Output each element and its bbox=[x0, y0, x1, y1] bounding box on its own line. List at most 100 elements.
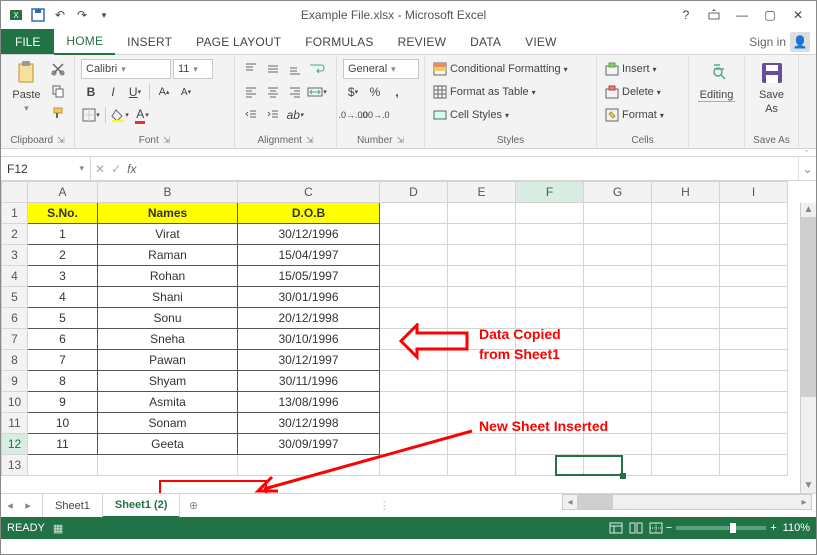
cell[interactable]: 15/05/1997 bbox=[238, 266, 380, 287]
cell[interactable] bbox=[448, 287, 516, 308]
cell[interactable]: Pawan bbox=[98, 350, 238, 371]
wrap-text-icon[interactable] bbox=[307, 59, 327, 79]
cell[interactable] bbox=[380, 224, 448, 245]
row-header-2[interactable]: 2 bbox=[2, 224, 28, 245]
vertical-scrollbar[interactable]: ▲ ▼ bbox=[800, 203, 816, 493]
cell[interactable] bbox=[720, 329, 788, 350]
cell[interactable] bbox=[448, 371, 516, 392]
percent-format-icon[interactable]: % bbox=[365, 82, 385, 102]
font-size-combo[interactable]: 11▾ bbox=[173, 59, 213, 79]
cell[interactable] bbox=[652, 455, 720, 476]
zoom-out-icon[interactable]: − bbox=[666, 522, 672, 534]
cell[interactable] bbox=[238, 455, 380, 476]
cell[interactable] bbox=[584, 392, 652, 413]
scroll-left-icon[interactable]: ◂ bbox=[563, 497, 577, 508]
decrease-font-icon[interactable]: A▾ bbox=[176, 82, 196, 102]
sheet-tab-sheet1-2[interactable]: Sheet1 (2) bbox=[103, 494, 181, 518]
redo-icon[interactable]: ↷ bbox=[71, 3, 93, 27]
sheet-tab-sheet1[interactable]: Sheet1 bbox=[43, 494, 103, 517]
cell[interactable] bbox=[652, 392, 720, 413]
decrease-decimal-icon[interactable]: .00→.0 bbox=[365, 105, 385, 125]
cell[interactable] bbox=[584, 287, 652, 308]
format-as-table-button[interactable]: Format as Table▾ bbox=[431, 82, 538, 102]
cell[interactable]: Rohan bbox=[98, 266, 238, 287]
cell[interactable] bbox=[584, 434, 652, 455]
cell[interactable] bbox=[380, 350, 448, 371]
cell[interactable]: D.O.B bbox=[238, 203, 380, 224]
cell[interactable] bbox=[584, 266, 652, 287]
cell[interactable]: 2 bbox=[28, 245, 98, 266]
fill-handle[interactable] bbox=[620, 473, 626, 479]
cell[interactable] bbox=[720, 371, 788, 392]
cell[interactable]: 30/11/1996 bbox=[238, 371, 380, 392]
cell[interactable] bbox=[652, 245, 720, 266]
restore-icon[interactable]: ▢ bbox=[756, 3, 784, 27]
undo-icon[interactable]: ↶ bbox=[49, 3, 71, 27]
cell[interactable] bbox=[516, 266, 584, 287]
cell[interactable] bbox=[720, 203, 788, 224]
col-header-A[interactable]: A bbox=[28, 182, 98, 203]
tab-review[interactable]: REVIEW bbox=[386, 29, 459, 54]
row-header-3[interactable]: 3 bbox=[2, 245, 28, 266]
bold-button[interactable]: B bbox=[81, 82, 101, 102]
cell[interactable] bbox=[516, 434, 584, 455]
cell[interactable] bbox=[380, 371, 448, 392]
sheet-nav-next-icon[interactable]: ▸ bbox=[19, 494, 37, 517]
cell[interactable]: 30/12/1997 bbox=[238, 350, 380, 371]
cell[interactable] bbox=[652, 371, 720, 392]
cell[interactable] bbox=[380, 266, 448, 287]
cell[interactable] bbox=[652, 203, 720, 224]
align-center-icon[interactable] bbox=[263, 82, 283, 102]
cell[interactable] bbox=[380, 455, 448, 476]
accounting-format-icon[interactable]: $▾ bbox=[343, 82, 363, 102]
cell[interactable] bbox=[720, 266, 788, 287]
tab-data[interactable]: DATA bbox=[458, 29, 513, 54]
minimize-icon[interactable]: — bbox=[728, 3, 756, 27]
cell[interactable]: Raman bbox=[98, 245, 238, 266]
increase-font-icon[interactable]: A▴ bbox=[154, 82, 174, 102]
dialog-launcher-icon[interactable]: ⇲ bbox=[306, 135, 314, 146]
cell[interactable]: Sonu bbox=[98, 308, 238, 329]
cell[interactable]: 13/08/1996 bbox=[238, 392, 380, 413]
cell[interactable] bbox=[516, 371, 584, 392]
comma-format-icon[interactable]: , bbox=[387, 82, 407, 102]
col-header-C[interactable]: C bbox=[238, 182, 380, 203]
scroll-thumb[interactable] bbox=[801, 217, 816, 397]
cell[interactable] bbox=[720, 308, 788, 329]
cell[interactable] bbox=[516, 392, 584, 413]
scroll-down-icon[interactable]: ▼ bbox=[801, 479, 816, 493]
row-header-13[interactable]: 13 bbox=[2, 455, 28, 476]
copy-icon[interactable] bbox=[48, 81, 68, 101]
cell[interactable]: Geeta bbox=[98, 434, 238, 455]
col-header-I[interactable]: I bbox=[720, 182, 788, 203]
cell[interactable]: 9 bbox=[28, 392, 98, 413]
cell[interactable]: 30/10/1996 bbox=[238, 329, 380, 350]
cell[interactable] bbox=[516, 245, 584, 266]
cell[interactable] bbox=[380, 203, 448, 224]
number-format-combo[interactable]: General▾ bbox=[343, 59, 419, 79]
cell[interactable] bbox=[516, 287, 584, 308]
qat-customize-icon[interactable]: ▾ bbox=[93, 3, 115, 27]
cell[interactable] bbox=[98, 455, 238, 476]
cell[interactable] bbox=[720, 455, 788, 476]
tab-file[interactable]: FILE bbox=[1, 29, 54, 54]
zoom-thumb[interactable] bbox=[730, 523, 736, 533]
cell[interactable] bbox=[652, 329, 720, 350]
editing-button[interactable]: Editing bbox=[695, 59, 738, 102]
help-icon[interactable]: ? bbox=[672, 3, 700, 27]
delete-cells-button[interactable]: Delete▾ bbox=[603, 82, 663, 102]
cell[interactable] bbox=[448, 392, 516, 413]
zoom-in-icon[interactable]: + bbox=[770, 522, 776, 534]
tab-insert[interactable]: INSERT bbox=[115, 29, 184, 54]
cell[interactable] bbox=[28, 455, 98, 476]
formula-input[interactable] bbox=[140, 157, 798, 180]
cell[interactable] bbox=[516, 455, 584, 476]
cell[interactable] bbox=[652, 308, 720, 329]
cell[interactable] bbox=[448, 245, 516, 266]
cell[interactable]: 7 bbox=[28, 350, 98, 371]
fx-icon[interactable]: fx bbox=[127, 162, 136, 176]
cell[interactable] bbox=[720, 392, 788, 413]
save-as-button[interactable]: Save As bbox=[751, 59, 792, 115]
underline-button[interactable]: U▾ bbox=[125, 82, 145, 102]
cell[interactable]: Sonam bbox=[98, 413, 238, 434]
